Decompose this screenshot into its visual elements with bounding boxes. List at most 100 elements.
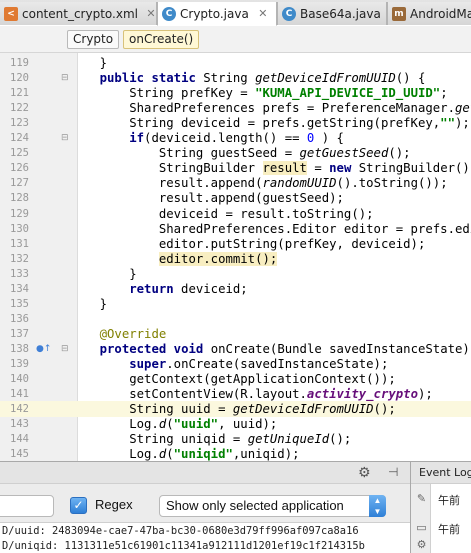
tab-label: AndroidMa xyxy=(410,6,471,21)
code-text: @Override xyxy=(99,326,167,341)
logcat-toolbar: ⚙ ⊣ xyxy=(0,462,410,484)
code-line[interactable]: 135 } xyxy=(0,296,471,312)
select-arrows-icon: ▲ ▼ xyxy=(369,495,386,517)
code-text: Log.d("uuid", uuid); xyxy=(70,417,278,432)
editor-tab-bar: < content_crypto.xml ✕ C Crypto.java ✕ C… xyxy=(0,0,471,26)
line-number: 129 xyxy=(10,207,29,220)
tab-label: Base64a.java xyxy=(300,6,381,21)
code-text: SharedPreferences prefs = PreferenceMana… xyxy=(70,101,471,116)
code-line[interactable]: 137 @Override xyxy=(0,326,471,342)
line-number: 138 xyxy=(10,342,29,355)
line-number: 126 xyxy=(10,162,29,175)
fold-icon[interactable]: ⊟ xyxy=(61,341,69,357)
logcat-output[interactable]: D/uuid: 2483094e-cae7-47ba-bc30-0680e3d7… xyxy=(0,522,410,553)
line-number: 145 xyxy=(10,448,29,461)
code-line[interactable]: 129 deviceid = result.toString(); xyxy=(0,206,471,222)
code-line[interactable]: 145 Log.d("uniqid",uniqid); xyxy=(0,446,471,461)
code-text: } xyxy=(70,296,108,311)
line-number: 133 xyxy=(10,267,29,280)
code-text: deviceid = result.toString(); xyxy=(70,206,374,221)
log-line: D/uuid: 2483094e-cae7-47ba-bc30-0680e3d7… xyxy=(2,525,359,537)
line-number: 139 xyxy=(10,358,29,370)
tab-content-crypto-xml[interactable]: < content_crypto.xml ✕ xyxy=(0,2,157,25)
close-tab-icon[interactable]: ✕ xyxy=(257,7,269,20)
class-file-icon: C xyxy=(162,6,176,21)
filter-select-value: Show only selected application xyxy=(166,498,344,513)
line-number: 123 xyxy=(10,117,29,130)
regex-label: Regex xyxy=(95,497,133,512)
code-line[interactable]: 144 String uniqid = getUniqueId(); xyxy=(0,431,471,447)
code-text: super.onCreate(savedInstanceState); xyxy=(129,357,389,371)
line-number: 142 xyxy=(10,403,29,416)
settings-gear-icon[interactable]: ⚙ xyxy=(358,465,371,481)
code-text: protected void onCreate(Bundle savedInst… xyxy=(99,341,471,356)
tab-crypto-java[interactable]: C Crypto.java ✕ xyxy=(157,2,277,26)
event-log-body: ✎ ▭ ⚙ 午前 午前 xyxy=(411,484,471,553)
event-log-title: Event Log xyxy=(411,462,471,484)
regex-checkbox[interactable]: ✓ xyxy=(70,497,87,514)
event-entry-time: 午前 xyxy=(438,523,460,536)
hide-panel-icon[interactable]: ⊣ xyxy=(388,465,398,479)
code-line[interactable]: 141 setContentView(R.layout.activity_cry… xyxy=(0,386,471,402)
override-marker-icon[interactable]: ●↑ xyxy=(36,341,51,357)
code-line[interactable]: 133 } xyxy=(0,266,471,282)
code-line[interactable]: 125 String guestSeed = getGuestSeed(); xyxy=(0,145,471,161)
fold-icon[interactable]: ⊟ xyxy=(61,70,69,86)
code-text: Log.d("uniqid",uniqid); xyxy=(70,447,300,461)
code-line[interactable]: 142 String uuid = getDeviceIdFromUUID(); xyxy=(0,401,471,418)
breadcrumb-method[interactable]: onCreate() xyxy=(123,30,200,49)
close-tab-icon[interactable]: ✕ xyxy=(146,7,156,20)
code-line[interactable]: 127 result.append(randomUUID().toString(… xyxy=(0,175,471,191)
code-line[interactable]: 121 String prefKey = "KUMA_API_DEVICE_ID… xyxy=(0,85,471,101)
line-number: 119 xyxy=(10,57,29,69)
code-line[interactable]: 124 ⊟ if(deviceid.length() == 0 ) { xyxy=(0,130,471,146)
code-text: result.append(guestSeed); xyxy=(70,191,344,206)
code-line[interactable]: 138 ●↑ ⊟ protected void onCreate(Bundle sa… xyxy=(0,341,471,357)
logcat-filter-row: ✓ Regex Show only selected application ▲… xyxy=(0,488,410,522)
line-number: 120 xyxy=(10,72,29,85)
class-file-icon: C xyxy=(282,6,296,21)
logcat-search-input[interactable] xyxy=(0,495,54,517)
code-line[interactable]: 123 String deviceid = prefs.getString(pr… xyxy=(0,115,471,131)
code-text: editor.putString(prefKey, deviceid); xyxy=(70,236,426,251)
code-text: StringBuilder result = new StringBuilder… xyxy=(70,161,471,176)
line-number: 125 xyxy=(10,147,29,160)
code-line[interactable]: 131 editor.putString(prefKey, deviceid); xyxy=(0,236,471,252)
code-line[interactable]: 132 editor.commit(); xyxy=(0,251,471,267)
balloon-icon[interactable]: ▭ xyxy=(415,521,428,534)
event-log-panel: Event Log ✎ ▭ ⚙ 午前 午前 xyxy=(410,461,471,553)
code-line[interactable]: 139 super.onCreate(savedInstanceState); xyxy=(0,356,471,372)
code-line[interactable]: 126 StringBuilder result = new StringBui… xyxy=(0,160,471,176)
line-number: 137 xyxy=(10,327,29,340)
line-number: 141 xyxy=(10,388,29,401)
line-number: 122 xyxy=(10,102,29,115)
line-number: 134 xyxy=(10,282,29,295)
gear-icon[interactable]: ⚙ xyxy=(415,538,428,551)
code-text: result.append(randomUUID().toString()); xyxy=(70,176,448,191)
code-line[interactable]: 128 result.append(guestSeed); xyxy=(0,190,471,206)
code-text: public static String getDeviceIdFromUUID… xyxy=(99,71,426,86)
code-text: String guestSeed = getGuestSeed(); xyxy=(70,146,411,161)
code-text: String prefKey = "KUMA_API_DEVICE_ID_UUI… xyxy=(70,86,448,101)
code-line[interactable]: 120 ⊟ public static String getDeviceIdFro… xyxy=(0,70,471,86)
logcat-filter-select[interactable]: Show only selected application ▲ ▼ xyxy=(159,495,386,517)
code-line[interactable]: 143 Log.d("uuid", uuid); xyxy=(0,416,471,432)
code-line[interactable]: 134 return deviceid; xyxy=(0,281,471,297)
line-number: 128 xyxy=(10,192,29,205)
code-line[interactable]: 130 SharedPreferences.Editor editor = pr… xyxy=(0,221,471,237)
code-text: return deviceid; xyxy=(129,281,248,296)
fold-icon[interactable]: ⊟ xyxy=(61,130,69,146)
code-line[interactable]: 136 xyxy=(0,311,471,327)
settings-wrench-icon[interactable]: ✎ xyxy=(415,492,428,505)
code-editor[interactable]: 119 } 120 ⊟ public static String getDevice… xyxy=(0,53,471,461)
code-line[interactable]: 122 SharedPreferences prefs = Preference… xyxy=(0,100,471,116)
tab-android-manifest[interactable]: m AndroidMa xyxy=(387,2,471,25)
code-line[interactable]: 119 } xyxy=(0,55,471,71)
xml-file-icon: < xyxy=(4,6,18,21)
breadcrumb-class[interactable]: Crypto xyxy=(67,30,120,49)
android-manifest-icon: m xyxy=(392,6,406,21)
log-line: D/uniqid: 1131311e51c61901c11341a912111d… xyxy=(2,540,365,552)
line-number: 143 xyxy=(10,418,29,431)
tab-base64a-java[interactable]: C Base64a.java ✕ xyxy=(277,2,387,25)
code-line[interactable]: 140 getContext(getApplicationContext()); xyxy=(0,371,471,387)
